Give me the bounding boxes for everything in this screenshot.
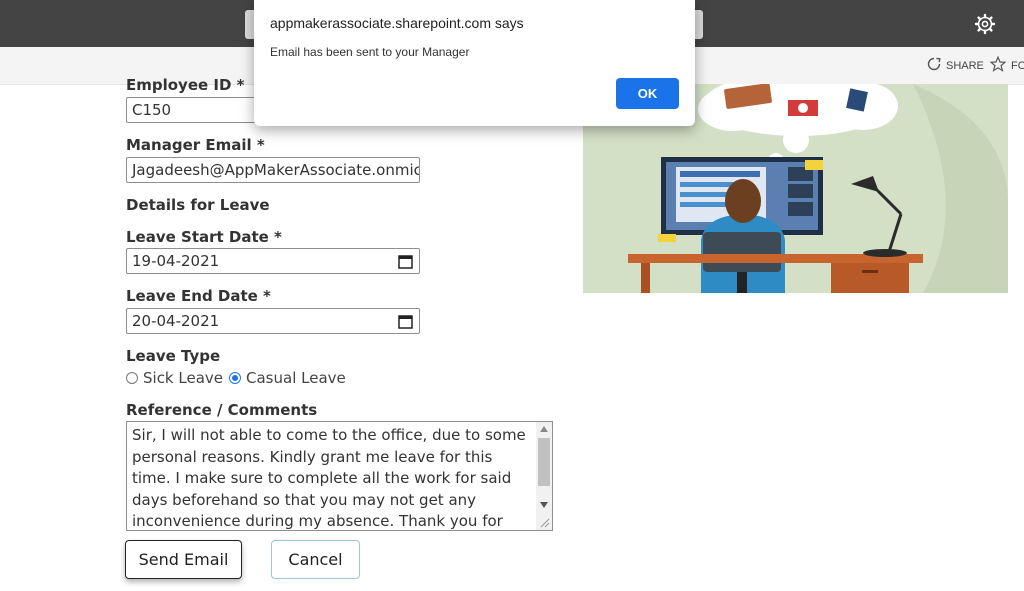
employee-id-label: Employee ID * (126, 76, 245, 94)
calendar-icon[interactable] (398, 254, 413, 273)
star-icon (990, 55, 1007, 75)
leave-type-group: Sick Leave Casual Leave (126, 369, 346, 387)
share-button[interactable]: SHARE (927, 47, 984, 84)
ok-button[interactable]: OK (616, 78, 679, 109)
comments-label: Reference / Comments (126, 401, 318, 419)
follow-label: FOLLOW (1011, 59, 1024, 72)
comments-textarea[interactable]: Sir, I will not able to come to the offi… (126, 421, 553, 531)
leave-start-field[interactable]: 19-04-2021 (126, 248, 420, 274)
manager-email-label: Manager Email * (126, 136, 265, 154)
dialog-title: appmakerassociate.sharepoint.com says (270, 15, 524, 31)
sick-leave-radio[interactable] (126, 372, 138, 384)
leave-end-label: Leave End Date * (126, 287, 271, 305)
calendar-icon[interactable] (398, 314, 413, 333)
alert-dialog: appmakerassociate.sharepoint.com says Em… (254, 0, 695, 126)
leave-start-label: Leave Start Date * (126, 228, 282, 246)
leave-end-field[interactable]: 20-04-2021 (126, 308, 420, 334)
textarea-scrollbar[interactable] (536, 422, 552, 530)
dialog-message: Email has been sent to your Manager (270, 45, 470, 59)
casual-leave-radio[interactable] (229, 372, 242, 384)
scroll-up-icon (540, 426, 548, 432)
sick-leave-label: Sick Leave (143, 369, 224, 387)
manager-email-field[interactable]: Jagadeesh@AppMakerAssociate.onmicrosoft.… (126, 157, 420, 183)
casual-leave-label: Casual Leave (246, 369, 346, 387)
comments-text: Sir, I will not able to come to the offi… (132, 426, 526, 531)
scroll-down-icon (540, 502, 548, 508)
details-heading: Details for Leave (126, 196, 270, 214)
send-email-button[interactable]: Send Email (125, 540, 242, 579)
follow-button[interactable]: FOLLOW (990, 47, 1024, 84)
resize-grip-icon (540, 518, 550, 528)
leave-end-value: 20-04-2021 (132, 312, 220, 330)
gear-icon[interactable] (973, 12, 997, 36)
share-icon (927, 57, 941, 74)
share-label: SHARE (946, 59, 984, 72)
cancel-button[interactable]: Cancel (271, 540, 360, 579)
scroll-thumb[interactable] (538, 438, 550, 486)
leave-start-value: 19-04-2021 (132, 252, 220, 270)
leave-type-label: Leave Type (126, 347, 221, 365)
